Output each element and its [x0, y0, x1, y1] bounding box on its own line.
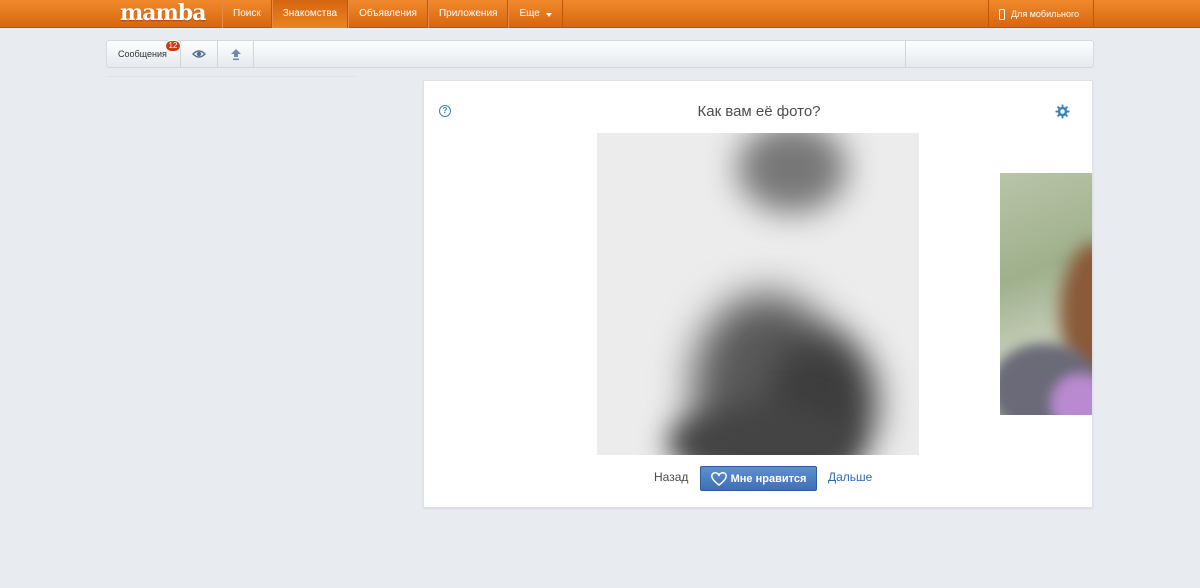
main-nav: Поиск Знакомства Объявления Приложения Е…	[222, 0, 563, 28]
profile-photo[interactable]	[597, 133, 919, 455]
guests-button[interactable]	[181, 41, 218, 67]
mobile-version-label: Для мобильного	[1011, 9, 1080, 19]
nav-apps-label: Приложения	[438, 8, 498, 19]
nav-search-label: Поиск	[233, 8, 261, 19]
sidebar-divider	[106, 76, 356, 77]
mamba-logo[interactable]: mamba	[120, 1, 206, 27]
nav-ads[interactable]: Объявления	[348, 0, 428, 28]
like-button[interactable]: Мне нравится	[700, 466, 817, 491]
messages-label: Сообщения	[118, 49, 167, 59]
next-photo-preview[interactable]	[1000, 173, 1092, 415]
photo-rating-card: ? Как вам её фото? Назад Мне нравится Да…	[423, 80, 1093, 508]
nav-dating-label: Знакомства	[282, 8, 338, 19]
like-button-label: Мне нравится	[730, 472, 807, 485]
phone-icon	[999, 8, 1005, 20]
nav-more[interactable]: Еще	[508, 0, 563, 28]
card-title: Как вам её фото?	[697, 103, 821, 120]
messages-count-badge: 12	[165, 40, 181, 52]
chevron-down-icon	[545, 13, 552, 17]
photo-blur-head	[737, 133, 847, 213]
nav-apps[interactable]: Приложения	[427, 0, 509, 28]
raise-profile-button[interactable]	[218, 41, 254, 67]
eye-icon	[192, 50, 206, 58]
mobile-version-link[interactable]: Для мобильного	[988, 0, 1094, 28]
top-navbar: mamba Поиск Знакомства Объявления Прилож…	[0, 0, 1200, 28]
back-button[interactable]: Назад	[654, 470, 688, 484]
nav-more-label: Еще	[519, 8, 540, 19]
toolbar-divider	[905, 41, 906, 67]
gear-icon[interactable]	[1055, 104, 1070, 119]
nav-ads-label: Объявления	[359, 8, 417, 19]
upload-arrow-icon	[230, 48, 241, 60]
rating-controls: Назад Мне нравится Дальше	[424, 465, 1092, 491]
user-toolbar: Сообщения 12	[106, 40, 1094, 68]
next-button[interactable]: Дальше	[828, 470, 872, 484]
heart-icon	[710, 471, 727, 486]
nav-dating[interactable]: Знакомства	[271, 0, 349, 28]
messages-button[interactable]: Сообщения 12	[107, 40, 181, 67]
nav-search[interactable]: Поиск	[222, 0, 272, 28]
